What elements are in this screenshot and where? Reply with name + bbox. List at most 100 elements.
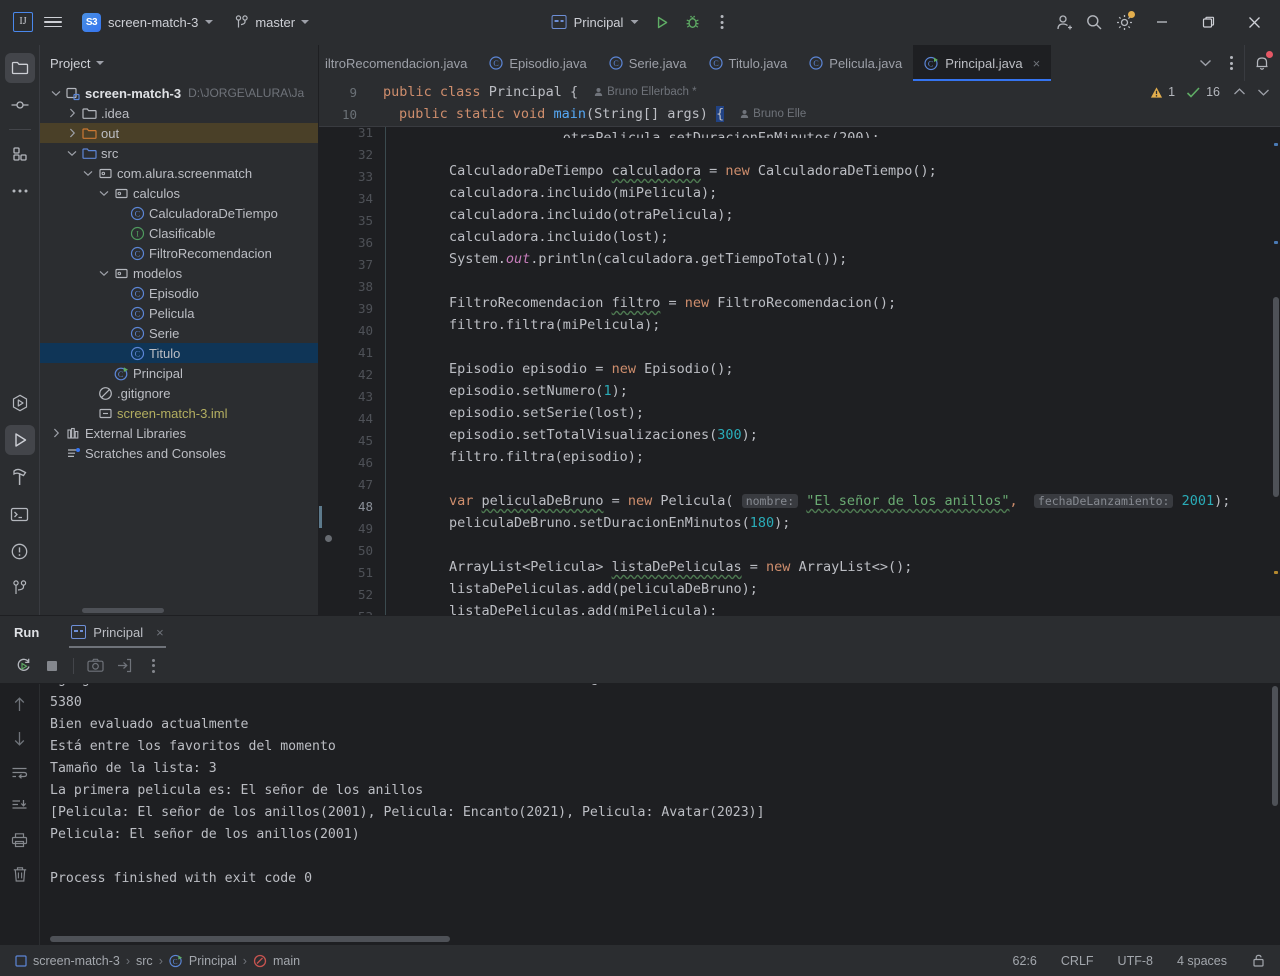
code-line-43[interactable]: episodio.setNumero(1); bbox=[385, 380, 1280, 402]
tab-list-button[interactable] bbox=[1192, 50, 1218, 76]
chevron-down-icon[interactable] bbox=[48, 90, 64, 97]
gutter-line-48[interactable]: 48 bbox=[319, 496, 385, 518]
code-line-39[interactable]: FiltroRecomendacion filtro = new FiltroR… bbox=[385, 292, 1280, 314]
console-output[interactable]: Agregando duracion en minutos de com.alu… bbox=[40, 684, 1280, 945]
breadcrumb-project[interactable]: screen-match-3 bbox=[10, 952, 125, 970]
editor-tab-episodio[interactable]: C Episodio.java bbox=[478, 45, 597, 81]
chevron-up-icon[interactable] bbox=[1233, 87, 1246, 97]
project-selector[interactable]: S3 screen-match-3 bbox=[74, 9, 221, 36]
tool-window-project[interactable] bbox=[4, 53, 35, 83]
editor-options-button[interactable] bbox=[1218, 50, 1244, 76]
code-line-42[interactable]: Episodio episodio = new Episodio(); bbox=[385, 358, 1280, 380]
scroll-to-end-button[interactable] bbox=[6, 792, 34, 820]
editor-tab-titulo[interactable]: C Titulo.java bbox=[698, 45, 799, 81]
more-actions-button[interactable] bbox=[708, 8, 736, 36]
tree-item-calculos[interactable]: calculos bbox=[40, 183, 318, 203]
vcs-change-marker[interactable] bbox=[319, 506, 322, 528]
editor-tab-filtrorecomendacion[interactable]: iltroRecomendacion.java bbox=[319, 45, 478, 81]
gutter-line-41[interactable]: 41 bbox=[319, 342, 385, 364]
chevron-right-icon[interactable] bbox=[64, 128, 80, 138]
tree-item-serie[interactable]: C Serie bbox=[40, 323, 318, 343]
tree-item-clasificable[interactable]: I Clasificable bbox=[40, 223, 318, 243]
breadcrumb-principal[interactable]: C Principal bbox=[164, 952, 242, 970]
chevron-down-icon[interactable] bbox=[96, 61, 105, 65]
minimize-button[interactable] bbox=[1140, 0, 1184, 44]
console-horizontal-scrollbar[interactable] bbox=[50, 936, 450, 942]
tool-window-structure[interactable] bbox=[5, 139, 35, 169]
code-line-51[interactable]: ArrayList<Pelicula> listaDePeliculas = n… bbox=[385, 556, 1280, 578]
rerun-button[interactable] bbox=[10, 653, 36, 679]
code-line-40[interactable]: filtro.filtra(miPelicula); bbox=[385, 314, 1280, 336]
scroll-up-button[interactable] bbox=[6, 690, 34, 718]
chevron-down-icon[interactable] bbox=[64, 150, 80, 157]
chevron-right-icon[interactable] bbox=[48, 428, 64, 438]
editor-tab-pelicula[interactable]: C Pelicula.java bbox=[798, 45, 913, 81]
gutter-line-42[interactable]: 42 bbox=[319, 364, 385, 386]
search-everywhere-button[interactable] bbox=[1080, 8, 1108, 36]
caret-position[interactable]: 62:6 bbox=[1009, 952, 1041, 970]
tree-item-calculadoradetiempo[interactable]: C CalculadoraDeTiempo bbox=[40, 203, 318, 223]
tree-item-external-libraries[interactable]: External Libraries bbox=[40, 423, 318, 443]
print-button[interactable] bbox=[6, 826, 34, 854]
soft-wrap-button[interactable] bbox=[6, 758, 34, 786]
inspection-widget[interactable]: 1 16 bbox=[1150, 85, 1270, 99]
run-configuration-selector[interactable]: Principal bbox=[544, 11, 647, 34]
chevron-down-icon[interactable] bbox=[96, 190, 112, 197]
gutter-line-51[interactable]: 51 bbox=[319, 562, 385, 584]
tree-item-modelos[interactable]: modelos bbox=[40, 263, 318, 283]
code-line-48[interactable]: var peliculaDeBruno = new Pelicula( nomb… bbox=[385, 490, 1280, 512]
tree-item-out[interactable]: out bbox=[40, 123, 318, 143]
code-line-32[interactable] bbox=[385, 138, 1280, 160]
run-tab-close-icon[interactable]: × bbox=[156, 625, 164, 640]
editor-gutter[interactable]: 31 32 33 34 35 36 37 38 39 40 41 42 43 44 45 46 47 48 49 50… bbox=[319, 127, 385, 615]
tree-item-titulo[interactable]: C Titulo bbox=[40, 343, 318, 363]
code-line-33[interactable]: CalculadoraDeTiempo calculadora = new Ca… bbox=[385, 160, 1280, 182]
gutter-line-47[interactable]: 47 bbox=[319, 474, 385, 496]
breadcrumb-src[interactable]: src bbox=[131, 952, 158, 970]
editor-vertical-scrollbar[interactable] bbox=[1273, 297, 1279, 497]
chevron-down-icon[interactable] bbox=[1257, 87, 1270, 97]
gutter-line-46[interactable]: 46 bbox=[319, 452, 385, 474]
gutter-line-34[interactable]: 34 bbox=[319, 188, 385, 210]
tab-close-icon[interactable]: × bbox=[1033, 56, 1041, 71]
readonly-toggle[interactable] bbox=[1247, 951, 1270, 970]
tool-window-run-anything[interactable] bbox=[5, 388, 35, 418]
sticky-line-9[interactable]: 9 public class Principal { Bruno Ellerba… bbox=[319, 81, 1280, 103]
tool-window-commit[interactable] bbox=[5, 90, 35, 120]
gutter-line-45[interactable]: 45 bbox=[319, 430, 385, 452]
tool-window-run[interactable] bbox=[4, 425, 35, 455]
chevron-down-icon[interactable] bbox=[96, 270, 112, 277]
app-logo[interactable]: IJ bbox=[8, 7, 38, 37]
sticky-line-10[interactable]: 10 public static void main(String[] args… bbox=[319, 103, 1280, 125]
code-line-34[interactable]: calculadora.incluido(miPelicula); bbox=[385, 182, 1280, 204]
code-line-46[interactable]: filtro.filtra(episodio); bbox=[385, 446, 1280, 468]
tree-item-principal[interactable]: C Principal bbox=[40, 363, 318, 383]
gutter-line-38[interactable]: 38 bbox=[319, 276, 385, 298]
tree-item-com-alura-screenmatch[interactable]: com.alura.screenmatch bbox=[40, 163, 318, 183]
gutter-line-53[interactable]: 53 bbox=[319, 606, 385, 615]
file-encoding[interactable]: UTF-8 bbox=[1114, 952, 1157, 970]
gutter-line-33[interactable]: 33 bbox=[319, 166, 385, 188]
branch-selector[interactable]: master bbox=[227, 11, 317, 34]
run-options-button[interactable] bbox=[140, 653, 166, 679]
chevron-down-icon[interactable] bbox=[80, 170, 96, 177]
line-separator[interactable]: CRLF bbox=[1057, 952, 1098, 970]
scroll-down-button[interactable] bbox=[6, 724, 34, 752]
breakpoint-marker[interactable] bbox=[325, 535, 332, 542]
gutter-line-37[interactable]: 37 bbox=[319, 254, 385, 276]
export-button[interactable] bbox=[111, 653, 137, 679]
run-tab-principal[interactable]: Principal × bbox=[61, 616, 173, 648]
clear-all-button[interactable] bbox=[6, 860, 34, 888]
gutter-line-50[interactable]: 50 bbox=[319, 540, 385, 562]
run-button[interactable] bbox=[648, 8, 676, 36]
project-panel-title[interactable]: Project bbox=[50, 56, 90, 71]
code-line-45[interactable]: episodio.setTotalVisualizaciones(300); bbox=[385, 424, 1280, 446]
breadcrumb-main[interactable]: main bbox=[248, 952, 305, 970]
tree-item-src[interactable]: src bbox=[40, 143, 318, 163]
gutter-line-31[interactable]: 31 bbox=[319, 127, 385, 144]
code-editor[interactable]: 31 32 33 34 35 36 37 38 39 40 41 42 43 44 45 46 47 48 49 50… bbox=[319, 127, 1280, 615]
editor-tab-principal[interactable]: C Principal.java × bbox=[913, 45, 1052, 81]
code-line-50[interactable] bbox=[385, 534, 1280, 556]
tree-item-episodio[interactable]: C Episodio bbox=[40, 283, 318, 303]
gutter-line-35[interactable]: 35 bbox=[319, 210, 385, 232]
